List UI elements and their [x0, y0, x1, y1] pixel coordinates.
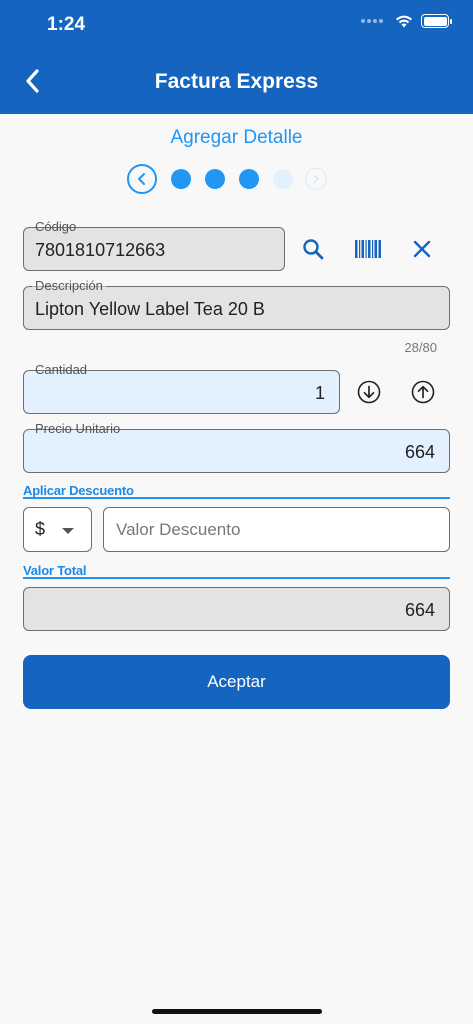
- step-dot-4: [273, 169, 293, 189]
- status-icons: [361, 14, 452, 28]
- descripcion-label: Descripción: [32, 278, 106, 293]
- currency-select[interactable]: $: [23, 507, 92, 552]
- codigo-field[interactable]: Código 7801810712663: [23, 219, 285, 271]
- caret-down-icon: [62, 528, 74, 534]
- next-step-button[interactable]: [305, 168, 327, 190]
- char-counter: 28/80: [404, 340, 437, 355]
- cantidad-value: 1: [314, 383, 325, 403]
- codigo-value: 7801810712663: [35, 240, 166, 260]
- cantidad-label: Cantidad: [32, 362, 91, 377]
- accept-button[interactable]: Aceptar: [23, 655, 450, 709]
- descripcion-field[interactable]: Descripción Lipton Yellow Label Tea 20 B: [23, 278, 450, 330]
- status-time: 1:24: [47, 14, 86, 35]
- close-icon: [413, 240, 431, 258]
- precio-unitario-field[interactable]: Precio Unitario 664: [23, 421, 450, 473]
- previous-step-button[interactable]: [127, 164, 157, 194]
- total-divider: [23, 577, 450, 579]
- step-dot-3: [239, 169, 259, 189]
- clear-button[interactable]: [408, 235, 436, 263]
- descuento-divider: [23, 497, 450, 499]
- step-dot-1: [171, 169, 191, 189]
- battery-icon: [421, 14, 452, 28]
- step-dot-2: [205, 169, 225, 189]
- step-title: Agregar Detalle: [170, 127, 303, 148]
- precio-unitario-label: Precio Unitario: [32, 421, 124, 436]
- increase-quantity-button[interactable]: [409, 378, 437, 406]
- descuento-section-label: Aplicar Descuento: [23, 483, 134, 498]
- descuento-input[interactable]: Valor Descuento: [103, 507, 450, 552]
- app-header: 1:24 Factura Express: [0, 0, 473, 114]
- page-title: Factura Express: [154, 70, 319, 93]
- descripcion-value: Lipton Yellow Label Tea 20 B: [35, 299, 265, 319]
- arrow-down-circle-icon: [357, 380, 381, 404]
- chevron-right-icon: [313, 174, 319, 184]
- decrease-quantity-button[interactable]: [355, 378, 383, 406]
- currency-value: $: [35, 519, 46, 539]
- total-section-label: Valor Total: [23, 563, 87, 578]
- descuento-placeholder: Valor Descuento: [116, 520, 241, 539]
- valor-total-field: 664: [23, 587, 450, 631]
- precio-unitario-value: 664: [404, 442, 435, 462]
- barcode-icon: [355, 240, 381, 258]
- wifi-icon: [396, 15, 412, 28]
- signal-icon: [361, 19, 383, 23]
- barcode-scan-button[interactable]: [353, 235, 383, 263]
- valor-total-value: 664: [404, 600, 435, 620]
- search-button[interactable]: [299, 235, 327, 263]
- chevron-left-icon: [138, 173, 145, 185]
- search-icon: [303, 239, 324, 260]
- codigo-label: Código: [32, 219, 80, 234]
- arrow-up-circle-icon: [411, 380, 435, 404]
- home-indicator: [152, 1009, 322, 1014]
- stepper: [127, 164, 327, 194]
- cantidad-field[interactable]: Cantidad 1: [23, 362, 340, 414]
